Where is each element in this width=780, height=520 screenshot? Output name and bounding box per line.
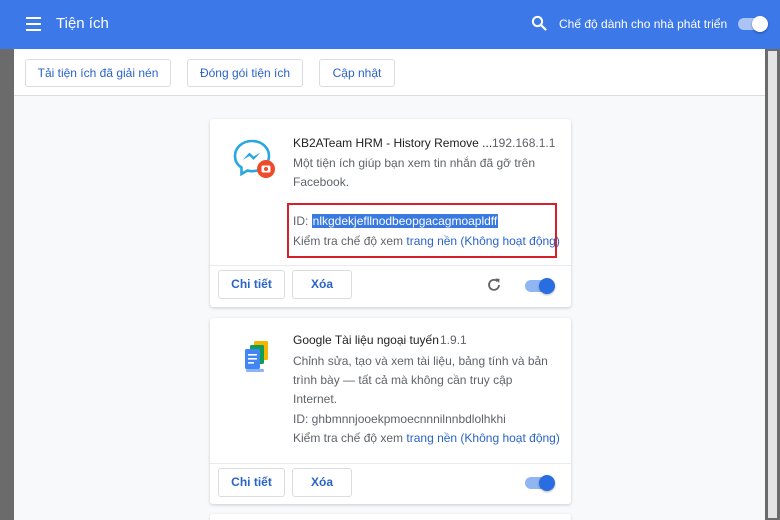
extension-id-value: ghbmnnjooekpmoecnnnilnnbdlolhkhi: [311, 412, 506, 426]
dev-mode-label: Chế độ dành cho nhà phát triển: [559, 17, 728, 31]
remove-button[interactable]: Xóa: [292, 468, 352, 497]
scrollbar[interactable]: [765, 49, 780, 520]
extension-card: KB2ATeam HRM - History Remove ... 192.16…: [210, 119, 571, 307]
extension-id: ID: ghbmnnjooekpmoecnnnilnnbdlolhkhi: [293, 412, 506, 426]
extension-name: Google Tài liệu ngoại tuyến: [293, 333, 439, 347]
inspect-views: Kiểm tra chế độ xem trang nền (Không hoạ…: [293, 431, 560, 445]
pack-extension-button[interactable]: Đóng gói tiện ích: [187, 59, 303, 87]
extension-version: 192.168.1.1: [492, 136, 556, 150]
extension-enable-toggle[interactable]: [525, 278, 555, 294]
left-margin: [0, 49, 14, 520]
reload-icon[interactable]: [486, 277, 502, 293]
extension-enable-toggle[interactable]: [525, 475, 555, 491]
menu-icon[interactable]: [26, 17, 41, 31]
messenger-icon: [233, 139, 275, 178]
app-header: Tiện ích Chế độ dành cho nhà phát triển: [0, 0, 780, 49]
load-unpacked-button[interactable]: Tải tiện ích đã giải nén: [25, 59, 171, 87]
extension-version: 1.9.1: [440, 333, 467, 347]
inspect-background-link[interactable]: trang nền (Không hoạt động): [406, 431, 559, 445]
search-icon[interactable]: [531, 15, 547, 31]
card-divider: [210, 265, 571, 266]
extension-description: Chỉnh sửa, tạo và xem tài liệu, bảng tín…: [293, 354, 548, 406]
details-button[interactable]: Chi tiết: [218, 468, 285, 497]
update-button[interactable]: Cập nhật: [319, 59, 395, 87]
extension-name: KB2ATeam HRM - History Remove ...: [293, 136, 493, 150]
remove-button[interactable]: Xóa: [292, 270, 352, 299]
highlight-box: [287, 203, 557, 258]
card-divider: [210, 463, 571, 464]
extension-card: [210, 514, 571, 520]
toolbar: Tải tiện ích đã giải nén Đóng gói tiện í…: [14, 49, 765, 96]
extension-description: Một tiện ích giúp bạn xem tin nhắn đã gỡ…: [293, 156, 536, 189]
details-button[interactable]: Chi tiết: [218, 270, 285, 299]
page-title: Tiện ích: [56, 15, 109, 32]
google-docs-icon: [245, 341, 268, 372]
extension-card: Google Tài liệu ngoại tuyến 1.9.1 Chỉnh …: [210, 318, 571, 504]
dev-mode-toggle[interactable]: [738, 16, 768, 32]
